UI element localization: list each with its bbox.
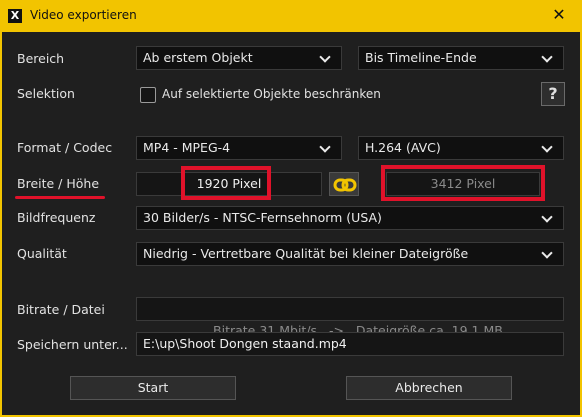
close-button[interactable]: ✕ [548,4,570,26]
format-label: Format / Codec [17,140,113,155]
chevron-down-icon [541,243,553,265]
width-highlight [181,166,271,200]
codec-value: H.264 (AVC) [365,140,441,155]
bereich-start-dropdown[interactable]: Ab erstem Objekt [136,46,342,70]
qualitaet-value: Niedrig - Vertretbare Qualität bei klein… [143,246,469,261]
help-button[interactable]: ? [541,82,565,106]
chevron-down-icon [541,137,553,159]
bildfrequenz-label: Bildfrequenz [17,210,96,225]
selection-checkbox-label: Auf selektierte Objekte beschränken [162,87,381,101]
chevron-down-icon [541,47,553,69]
link-icon [333,178,357,192]
chevron-down-icon [319,137,331,159]
breite-underline-annotation [15,196,105,199]
bereich-end-value: Bis Timeline-Ende [365,50,477,65]
bereich-end-dropdown[interactable]: Bis Timeline-Ende [358,46,564,70]
codec-dropdown[interactable]: H.264 (AVC) [358,136,564,160]
app-icon: X [8,9,22,23]
qualitaet-label: Qualität [17,246,67,261]
bildfrequenz-dropdown[interactable]: 30 Bilder/s - NTSC-Fernsehnorm (USA) [136,206,564,230]
height-highlight [381,165,545,201]
format-dropdown[interactable]: MP4 - MPEG-4 [136,136,342,160]
title-bar: X Video exportieren ✕ [0,0,582,32]
selection-checkbox[interactable] [140,87,156,103]
chevron-down-icon [319,47,331,69]
selektion-label: Selektion [17,86,75,101]
breite-label: Breite / Höhe [17,176,100,191]
format-value: MP4 - MPEG-4 [143,140,231,155]
save-path-input[interactable]: E:\up\Shoot Dongen staand.mp4 [136,332,564,356]
bitrate-label: Bitrate / Datei [17,302,105,317]
speichern-label: Speichern unter... [17,337,128,352]
bildfrequenz-value: 30 Bilder/s - NTSC-Fernsehnorm (USA) [143,210,382,225]
bereich-start-value: Ab erstem Objekt [143,50,253,65]
window-title: Video exportieren [30,8,137,22]
chevron-down-icon [541,207,553,229]
dialog-body: Bereich Ab erstem Objekt Bis Timeline-En… [2,32,580,415]
start-button[interactable]: Start [70,376,236,400]
bereich-label: Bereich [17,51,65,66]
save-path-value: E:\up\Shoot Dongen staand.mp4 [143,336,347,351]
cancel-button[interactable]: Abbrechen [346,376,512,400]
bitrate-display: Bitrate 31 Mbit/s -> Dateigröße ca. 19.1… [136,297,564,338]
qualitaet-dropdown[interactable]: Niedrig - Vertretbare Qualität bei klein… [136,242,564,266]
link-aspect-button[interactable] [329,172,359,196]
